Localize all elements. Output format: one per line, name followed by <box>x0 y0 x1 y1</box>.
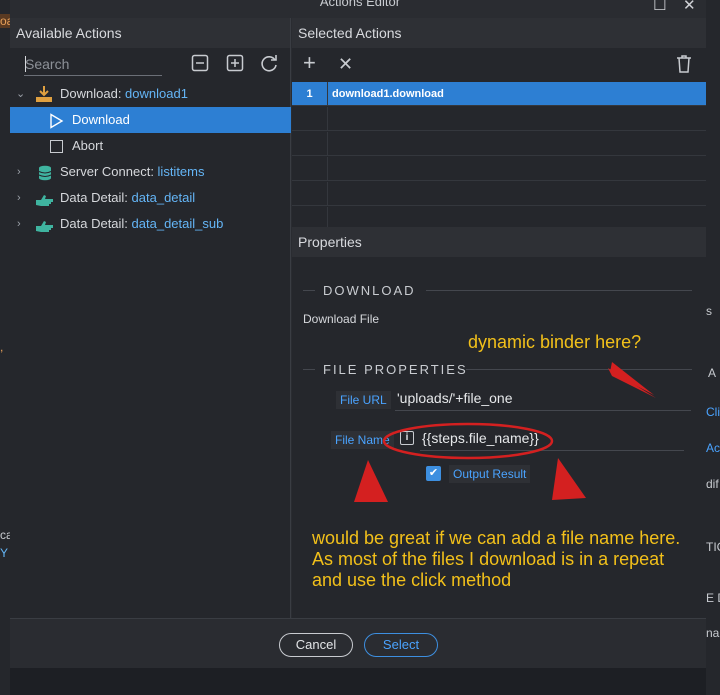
tree-item-download[interactable]: Download <box>10 107 291 133</box>
search-input[interactable]: Search <box>24 52 162 76</box>
divider <box>303 369 315 370</box>
chevron-right-icon[interactable]: › <box>17 159 21 185</box>
table-row[interactable]: 1 download1.download <box>292 82 706 106</box>
row-label: download1.download <box>332 88 444 100</box>
table-row <box>292 157 706 181</box>
chevron-right-icon[interactable]: › <box>17 211 21 237</box>
annotation-top: dynamic binder here? <box>468 332 642 352</box>
tree-item-label: Server Connect: listitems <box>60 164 205 179</box>
background-text: Y <box>0 546 9 560</box>
background-text: , <box>0 340 4 354</box>
download-description: Download File <box>303 312 380 326</box>
background-text: A <box>708 366 717 380</box>
refresh-icon[interactable] <box>259 53 279 78</box>
remove-icon[interactable]: ✕ <box>338 54 353 74</box>
background-text: s <box>706 304 712 318</box>
table-row <box>292 107 706 131</box>
cancel-button[interactable]: Cancel <box>279 633 353 657</box>
table-row <box>292 132 706 156</box>
add-icon[interactable]: + <box>303 52 316 74</box>
background-text: dif <box>706 477 719 491</box>
row-number: 1 <box>292 82 328 106</box>
divider <box>303 290 315 291</box>
expand-all-icon[interactable] <box>226 54 244 77</box>
background-text: ca <box>0 528 10 542</box>
maximize-icon[interactable]: ☐ <box>653 0 666 14</box>
available-actions-heading: Available Actions <box>10 18 290 48</box>
tree-item-download1[interactable]: ⌄ Download: download1 <box>10 81 291 107</box>
chevron-down-icon[interactable]: ⌄ <box>16 81 25 107</box>
background-text: oa <box>0 14 10 28</box>
section-title-download: DOWNLOAD <box>323 283 416 298</box>
collapse-all-icon[interactable] <box>191 54 209 77</box>
divider <box>426 290 692 291</box>
background-text: Ac <box>706 441 720 455</box>
annotation-bottom: would be great if we can add a file name… <box>312 528 681 590</box>
background-text: Cli <box>706 405 720 419</box>
properties-heading: Properties <box>292 227 706 257</box>
tree-item-label: Data Detail: data_detail <box>60 190 196 205</box>
tree-item-label: Abort <box>72 138 104 153</box>
tree-item-data-detail[interactable]: › Data Detail: data_detail <box>10 185 291 211</box>
tree-item-label: Download: download1 <box>60 86 188 101</box>
tree-item-server-connect[interactable]: › Server Connect: listitems <box>10 159 291 185</box>
background-text: TIC <box>706 540 720 554</box>
dialog-title: Actions Editor <box>319 0 401 9</box>
table-row <box>292 182 706 206</box>
trash-icon[interactable] <box>676 54 692 78</box>
table-row <box>292 207 706 227</box>
tree-item-data-detail-sub[interactable]: › Data Detail: data_detail_sub <box>10 211 291 237</box>
selected-actions-grid: 1 download1.download <box>292 80 706 227</box>
pointer-hand-icon <box>35 217 55 243</box>
background-text: na <box>706 626 720 640</box>
tree-item-label: Data Detail: data_detail_sub <box>60 216 224 231</box>
selected-actions-heading: Selected Actions <box>292 18 706 48</box>
select-button[interactable]: Select <box>364 633 438 657</box>
close-icon[interactable]: ✕ <box>683 0 696 14</box>
tree-item-abort[interactable]: Abort <box>10 133 291 159</box>
tree-item-label: Download <box>72 112 130 127</box>
dialog-footer <box>10 618 706 668</box>
chevron-right-icon[interactable]: › <box>17 185 21 211</box>
annotation-marks <box>354 362 656 502</box>
stop-icon <box>50 140 63 153</box>
background-text: E D <box>706 591 720 605</box>
